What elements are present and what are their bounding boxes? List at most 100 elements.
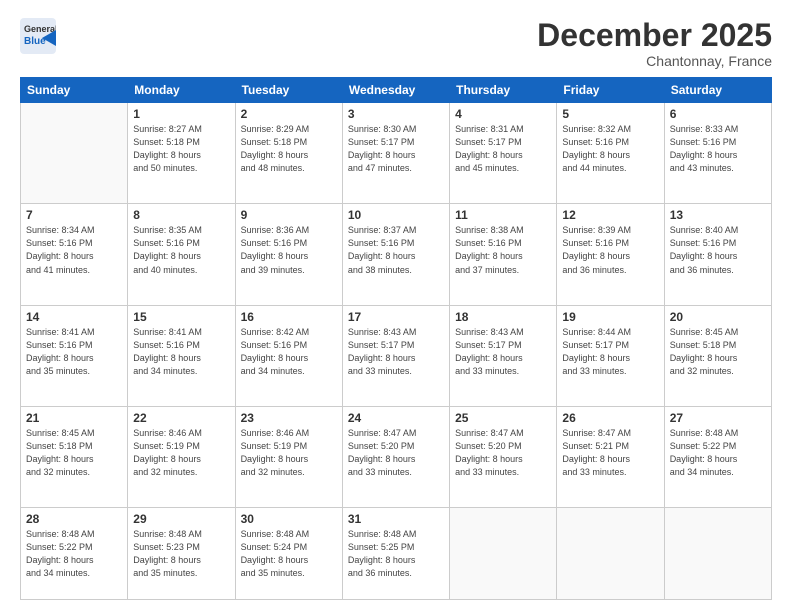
col-friday: Friday [557, 78, 664, 103]
day-number: 9 [241, 208, 337, 222]
day-info: Sunrise: 8:44 AM Sunset: 5:17 PM Dayligh… [562, 326, 658, 378]
col-saturday: Saturday [664, 78, 771, 103]
table-row: 11 Sunrise: 8:38 AM Sunset: 5:16 PM Dayli… [450, 204, 557, 305]
day-number: 5 [562, 107, 658, 121]
day-info: Sunrise: 8:48 AM Sunset: 5:25 PM Dayligh… [348, 528, 444, 580]
table-row: 20Sunrise: 8:45 AM Sunset: 5:18 PM Dayli… [664, 305, 771, 406]
table-row [450, 507, 557, 599]
day-number: 24 [348, 411, 444, 425]
day-number: 23 [241, 411, 337, 425]
table-row: 23 Sunrise: 8:46 AM Sunset: 5:19 PM Dayli… [235, 406, 342, 507]
day-info: Sunrise: 8:27 AM Sunset: 5:18 PM Dayligh… [133, 123, 229, 175]
day-number: 11 [455, 208, 551, 222]
table-row: 1 Sunrise: 8:27 AM Sunset: 5:18 PM Daylig… [128, 103, 235, 204]
day-number: 26 [562, 411, 658, 425]
table-row: 6 Sunrise: 8:33 AM Sunset: 5:16 PM Daylig… [664, 103, 771, 204]
table-row: 17 Sunrise: 8:43 AM Sunset: 5:17 PM Dayli… [342, 305, 449, 406]
day-info: Sunrise: 8:48 AM Sunset: 5:23 PM Dayligh… [133, 528, 229, 580]
day-info: Sunrise: 8:45 AM Sunset: 5:18 PM Dayligh… [26, 427, 122, 479]
day-info: Sunrise: 8:30 AM Sunset: 5:17 PM Dayligh… [348, 123, 444, 175]
day-number: 14 [26, 310, 122, 324]
location: Chantonnay, France [537, 53, 772, 69]
month-title: December 2025 [537, 18, 772, 53]
col-wednesday: Wednesday [342, 78, 449, 103]
day-info: Sunrise: 8:41 AM Sunset: 5:16 PM Dayligh… [133, 326, 229, 378]
day-info: Sunrise: 8:42 AM Sunset: 5:16 PM Dayligh… [241, 326, 337, 378]
col-thursday: Thursday [450, 78, 557, 103]
table-row [21, 103, 128, 204]
table-row: 30 Sunrise: 8:48 AM Sunset: 5:24 PM Dayli… [235, 507, 342, 599]
day-number: 27 [670, 411, 766, 425]
day-info: Sunrise: 8:33 AM Sunset: 5:16 PM Dayligh… [670, 123, 766, 175]
table-row: 19 Sunrise: 8:44 AM Sunset: 5:17 PM Dayli… [557, 305, 664, 406]
day-number: 17 [348, 310, 444, 324]
table-row: 31Sunrise: 8:48 AM Sunset: 5:25 PM Dayli… [342, 507, 449, 599]
day-info: Sunrise: 8:36 AM Sunset: 5:16 PM Dayligh… [241, 224, 337, 276]
table-row: 12 Sunrise: 8:39 AM Sunset: 5:16 PM Dayli… [557, 204, 664, 305]
day-number: 4 [455, 107, 551, 121]
day-number: 18 [455, 310, 551, 324]
calendar-table: Sunday Monday Tuesday Wednesday Thursday… [20, 77, 772, 600]
table-row: 7Sunrise: 8:34 AM Sunset: 5:16 PM Daylig… [21, 204, 128, 305]
day-number: 16 [241, 310, 337, 324]
table-row: 24 Sunrise: 8:47 AM Sunset: 5:20 PM Dayli… [342, 406, 449, 507]
table-row: 4 Sunrise: 8:31 AM Sunset: 5:17 PM Daylig… [450, 103, 557, 204]
day-number: 6 [670, 107, 766, 121]
day-number: 12 [562, 208, 658, 222]
day-info: Sunrise: 8:38 AM Sunset: 5:16 PM Dayligh… [455, 224, 551, 276]
day-info: Sunrise: 8:45 AM Sunset: 5:18 PM Dayligh… [670, 326, 766, 378]
table-row: 27 Sunrise: 8:48 AM Sunset: 5:22 PM Dayli… [664, 406, 771, 507]
day-number: 7 [26, 208, 122, 222]
day-number: 30 [241, 512, 337, 526]
day-info: Sunrise: 8:47 AM Sunset: 5:20 PM Dayligh… [348, 427, 444, 479]
day-info: Sunrise: 8:32 AM Sunset: 5:16 PM Dayligh… [562, 123, 658, 175]
logo-icon: General Blue [20, 18, 56, 54]
day-info: Sunrise: 8:29 AM Sunset: 5:18 PM Dayligh… [241, 123, 337, 175]
table-row: 14 Sunrise: 8:41 AM Sunset: 5:16 PM Dayli… [21, 305, 128, 406]
day-info: Sunrise: 8:43 AM Sunset: 5:17 PM Dayligh… [348, 326, 444, 378]
day-number: 2 [241, 107, 337, 121]
day-info: Sunrise: 8:35 AM Sunset: 5:16 PM Dayligh… [133, 224, 229, 276]
day-number: 13 [670, 208, 766, 222]
day-info: Sunrise: 8:48 AM Sunset: 5:22 PM Dayligh… [26, 528, 122, 580]
table-row: 15 Sunrise: 8:41 AM Sunset: 5:16 PM Dayli… [128, 305, 235, 406]
day-number: 22 [133, 411, 229, 425]
title-section: December 2025 Chantonnay, France [537, 18, 772, 69]
day-info: Sunrise: 8:47 AM Sunset: 5:20 PM Dayligh… [455, 427, 551, 479]
table-row: 22 Sunrise: 8:46 AM Sunset: 5:19 PM Dayli… [128, 406, 235, 507]
table-row: 28 Sunrise: 8:48 AM Sunset: 5:22 PM Dayli… [21, 507, 128, 599]
day-info: Sunrise: 8:39 AM Sunset: 5:16 PM Dayligh… [562, 224, 658, 276]
table-row: 16 Sunrise: 8:42 AM Sunset: 5:16 PM Dayli… [235, 305, 342, 406]
day-number: 1 [133, 107, 229, 121]
day-info: Sunrise: 8:31 AM Sunset: 5:17 PM Dayligh… [455, 123, 551, 175]
page: General Blue December 2025 Chantonnay, F… [0, 0, 792, 612]
table-row: 18 Sunrise: 8:43 AM Sunset: 5:17 PM Dayli… [450, 305, 557, 406]
day-number: 29 [133, 512, 229, 526]
day-info: Sunrise: 8:43 AM Sunset: 5:17 PM Dayligh… [455, 326, 551, 378]
day-info: Sunrise: 8:41 AM Sunset: 5:16 PM Dayligh… [26, 326, 122, 378]
table-row: 13Sunrise: 8:40 AM Sunset: 5:16 PM Dayli… [664, 204, 771, 305]
table-row: 2 Sunrise: 8:29 AM Sunset: 5:18 PM Daylig… [235, 103, 342, 204]
day-info: Sunrise: 8:46 AM Sunset: 5:19 PM Dayligh… [241, 427, 337, 479]
table-row: 29 Sunrise: 8:48 AM Sunset: 5:23 PM Dayli… [128, 507, 235, 599]
day-info: Sunrise: 8:47 AM Sunset: 5:21 PM Dayligh… [562, 427, 658, 479]
table-row: 5 Sunrise: 8:32 AM Sunset: 5:16 PM Daylig… [557, 103, 664, 204]
day-number: 3 [348, 107, 444, 121]
day-info: Sunrise: 8:46 AM Sunset: 5:19 PM Dayligh… [133, 427, 229, 479]
day-number: 19 [562, 310, 658, 324]
table-row: 25Sunrise: 8:47 AM Sunset: 5:20 PM Dayli… [450, 406, 557, 507]
day-info: Sunrise: 8:48 AM Sunset: 5:22 PM Dayligh… [670, 427, 766, 479]
day-info: Sunrise: 8:37 AM Sunset: 5:16 PM Dayligh… [348, 224, 444, 276]
day-number: 28 [26, 512, 122, 526]
header: General Blue December 2025 Chantonnay, F… [20, 18, 772, 69]
table-row [557, 507, 664, 599]
day-number: 10 [348, 208, 444, 222]
day-number: 8 [133, 208, 229, 222]
day-number: 15 [133, 310, 229, 324]
table-row: 26 Sunrise: 8:47 AM Sunset: 5:21 PM Dayli… [557, 406, 664, 507]
table-row [664, 507, 771, 599]
day-info: Sunrise: 8:48 AM Sunset: 5:24 PM Dayligh… [241, 528, 337, 580]
logo: General Blue [20, 18, 56, 54]
table-row: 21Sunrise: 8:45 AM Sunset: 5:18 PM Dayli… [21, 406, 128, 507]
col-tuesday: Tuesday [235, 78, 342, 103]
